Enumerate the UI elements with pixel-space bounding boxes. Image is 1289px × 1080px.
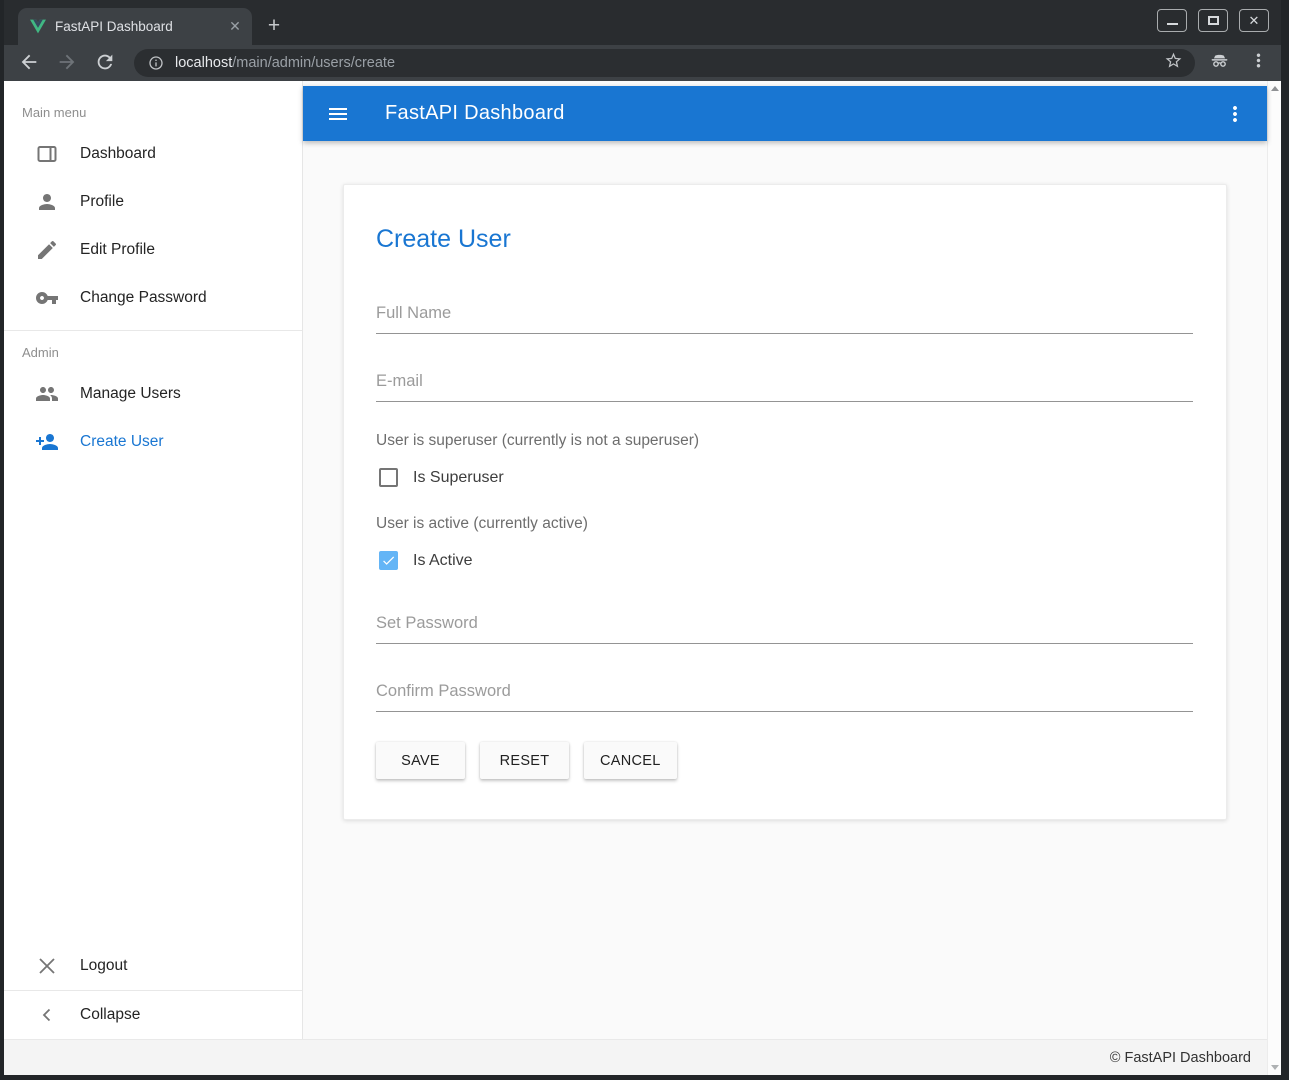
page-content: Main menu Dashboard Profile <box>4 81 1281 1075</box>
page-scrollbar[interactable] <box>1267 81 1281 1075</box>
sidebar-item-edit-profile[interactable]: Edit Profile <box>4 226 302 274</box>
window-frame: FastAPI Dashboard ✕ + ✕ localh <box>0 0 1289 1080</box>
dashboard-icon <box>35 142 59 166</box>
site-info-icon <box>148 55 164 71</box>
url-text: localhost/main/admin/users/create <box>175 55 395 71</box>
sidebar-section-admin: Admin <box>4 339 302 370</box>
full-name-field-wrap <box>376 296 1193 334</box>
superuser-checkbox[interactable] <box>379 468 398 487</box>
tab-close-icon[interactable]: ✕ <box>226 18 244 36</box>
new-tab-icon[interactable]: + <box>260 12 288 40</box>
confirm-password-input[interactable] <box>376 674 1193 712</box>
create-user-card: Create User User is superuser (currently… <box>343 184 1227 820</box>
browser-window: FastAPI Dashboard ✕ + ✕ localh <box>4 0 1281 1075</box>
form-buttons: SAVE RESET CANCEL <box>376 742 1193 779</box>
sidebar-item-profile[interactable]: Profile <box>4 178 302 226</box>
hamburger-menu-icon[interactable] <box>326 102 350 126</box>
sidebar-item-create-user[interactable]: Create User <box>4 418 302 466</box>
close-icon[interactable]: ✕ <box>1239 9 1269 32</box>
people-icon <box>35 382 59 406</box>
page-title: Create User <box>376 225 1193 254</box>
minimize-icon[interactable] <box>1157 9 1187 32</box>
page-body: Create User User is superuser (currently… <box>303 141 1267 1039</box>
sidebar-item-dashboard[interactable]: Dashboard <box>4 130 302 178</box>
app-title: FastAPI Dashboard <box>385 102 1223 125</box>
tab-title: FastAPI Dashboard <box>55 19 217 34</box>
superuser-checkbox-label: Is Superuser <box>413 469 504 487</box>
save-button[interactable]: SAVE <box>376 742 465 779</box>
bookmark-star-icon[interactable] <box>1164 51 1183 75</box>
browser-toolbar: localhost/main/admin/users/create <box>4 45 1281 81</box>
superuser-checkbox-row[interactable]: Is Superuser <box>379 468 1193 487</box>
incognito-icon <box>1209 50 1230 76</box>
cancel-button[interactable]: CANCEL <box>584 742 677 779</box>
forward-icon[interactable] <box>56 51 80 75</box>
person-add-icon <box>35 430 59 454</box>
active-hint: User is active (currently active) <box>376 515 1193 533</box>
sidebar-divider <box>4 330 302 331</box>
app-overflow-menu-icon[interactable] <box>1223 102 1247 126</box>
set-password-input[interactable] <box>376 606 1193 644</box>
scroll-down-icon[interactable] <box>1271 1065 1279 1070</box>
sidebar-section-main-menu: Main menu <box>4 99 302 130</box>
person-icon <box>35 190 59 214</box>
email-input[interactable] <box>376 364 1193 402</box>
app-header: FastAPI Dashboard <box>303 86 1267 141</box>
sidebar-item-collapse[interactable]: Collapse <box>4 991 302 1039</box>
key-icon <box>35 286 59 310</box>
sidebar: Main menu Dashboard Profile <box>4 81 303 1039</box>
active-checkbox-row[interactable]: Is Active <box>379 551 1193 570</box>
scroll-up-icon[interactable] <box>1271 86 1279 91</box>
url-bar[interactable]: localhost/main/admin/users/create <box>134 49 1195 77</box>
refresh-icon[interactable] <box>94 51 118 75</box>
full-name-input[interactable] <box>376 296 1193 334</box>
window-controls: ✕ <box>1157 9 1269 32</box>
confirm-password-field-wrap <box>376 674 1193 712</box>
logout-close-icon <box>35 954 59 978</box>
sidebar-item-manage-users[interactable]: Manage Users <box>4 370 302 418</box>
copyright-text: © FastAPI Dashboard <box>1110 1050 1251 1066</box>
browser-titlebar: FastAPI Dashboard ✕ + ✕ <box>4 0 1281 45</box>
maximize-icon[interactable] <box>1198 9 1228 32</box>
toolbar-right <box>1209 50 1269 76</box>
active-checkbox-label: Is Active <box>413 552 473 570</box>
email-field-wrap <box>376 364 1193 402</box>
browser-tab[interactable]: FastAPI Dashboard ✕ <box>18 8 252 45</box>
browser-menu-icon[interactable] <box>1248 50 1269 76</box>
pencil-icon <box>35 238 59 262</box>
set-password-field-wrap <box>376 606 1193 644</box>
back-icon[interactable] <box>18 51 42 75</box>
check-icon <box>381 553 396 568</box>
chevron-left-icon <box>35 1003 59 1027</box>
sidebar-item-logout[interactable]: Logout <box>4 942 302 990</box>
reset-button[interactable]: RESET <box>480 742 569 779</box>
app-footer: © FastAPI Dashboard <box>4 1039 1267 1075</box>
superuser-hint: User is superuser (currently is not a su… <box>376 432 1193 450</box>
main-area: FastAPI Dashboard Create User <box>303 81 1267 1039</box>
sidebar-item-change-password[interactable]: Change Password <box>4 274 302 322</box>
vue-logo-icon <box>30 19 46 34</box>
active-checkbox[interactable] <box>379 551 398 570</box>
